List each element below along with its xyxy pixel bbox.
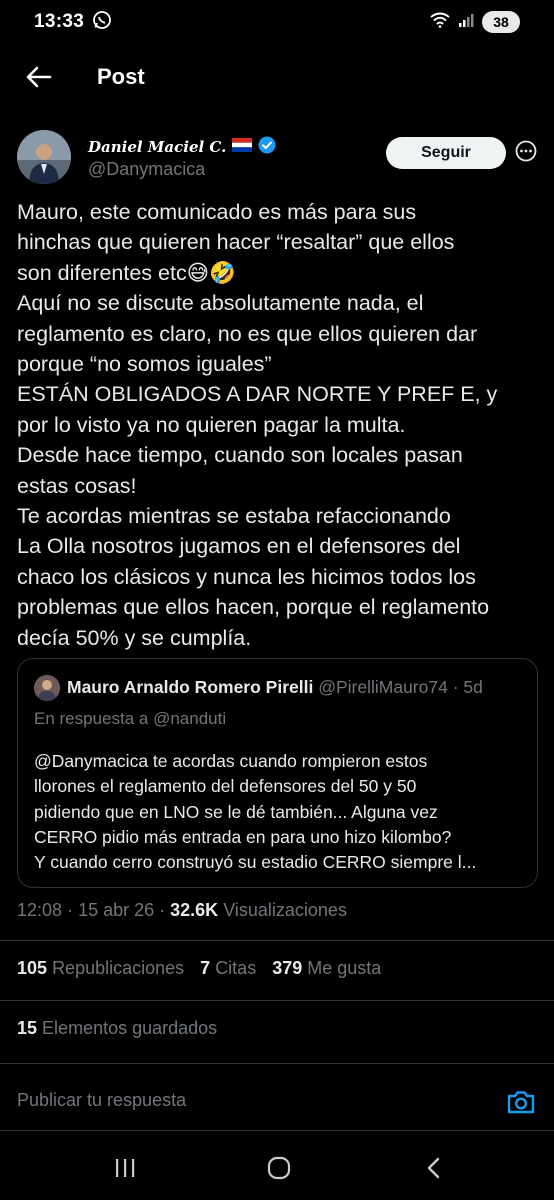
tweet-line: hinchas que quieren hacer “resaltar” que…: [17, 230, 455, 255]
avatar[interactable]: [17, 130, 71, 184]
tweet-line: problemas que ellos hacen, porque el reg…: [17, 595, 490, 620]
timestamp-separator: ·: [159, 900, 171, 920]
quote-author-handle: @PirelliMauro74: [318, 677, 448, 697]
home-button[interactable]: [263, 1154, 295, 1186]
divider: [0, 1130, 554, 1131]
arrow-left-icon: [26, 66, 52, 93]
home-icon: [266, 1155, 292, 1186]
tweet-line: Desde hace tiempo, cuando son locales pa…: [17, 443, 463, 468]
quote-separator: ·: [452, 677, 464, 697]
camera-icon: [506, 1091, 536, 1121]
whatsapp-icon: [92, 10, 112, 35]
tweet-line: ESTÁN OBLIGADOS A DAR NORTE Y PREF E, y: [17, 382, 498, 407]
wifi-icon: [430, 12, 450, 33]
quote-line: @Danymacica te acordas cuando rompieron …: [34, 751, 428, 771]
bookmarks-label: Elementos guardados: [42, 1018, 218, 1038]
author-handle[interactable]: @Danymacica: [88, 159, 205, 180]
tweet-line: reglamento es claro, no es que ellos qui…: [17, 321, 478, 346]
camera-button[interactable]: [506, 1087, 536, 1117]
quote-line: pidiendo que en LNO se le dé también... …: [34, 801, 438, 822]
author-name-text: Daniel Maciel C.: [88, 138, 227, 156]
status-right: 38: [430, 11, 520, 33]
tweet-line: son diferentes etc😅🤣: [17, 260, 236, 285]
divider: [0, 1063, 554, 1064]
quotes-stat[interactable]: 7 Citas: [200, 958, 256, 979]
post-time: 12:08: [17, 900, 63, 920]
engagement-stats: 105 Republicaciones 7 Citas 379 Me gusta: [17, 958, 381, 979]
author-name[interactable]: Daniel Maciel C.: [88, 136, 276, 158]
more-options-button[interactable]: [515, 140, 537, 167]
recent-apps-icon: [113, 1157, 137, 1184]
reply-input[interactable]: Publicar tu respuesta: [17, 1090, 186, 1111]
recent-apps-button[interactable]: [109, 1154, 141, 1186]
bookmarks-stat[interactable]: 15 Elementos guardados: [17, 1018, 217, 1039]
post-date: 15 abr 26: [78, 900, 155, 920]
likes-count: 379: [272, 958, 303, 978]
system-nav-bar: [0, 1138, 554, 1200]
quoted-tweet[interactable]: Mauro Arnaldo Romero Pirelli @PirelliMau…: [17, 658, 538, 888]
battery-icon: 38: [482, 11, 520, 33]
header: Post: [0, 52, 554, 106]
tweet-line: Aquí no se discute absolutamente nada, e…: [17, 291, 424, 316]
quote-line: Y cuando cerro construyó su estadio CERR…: [34, 852, 477, 873]
quote-avatar: [34, 675, 60, 701]
tweet-text: Mauro, este comunicado es más para sus h…: [17, 197, 537, 653]
tweet-line: por lo visto ya no quieren pagar la mult…: [17, 412, 406, 437]
timestamp-separator: ·: [67, 900, 79, 920]
quote-line: llorones el reglamento del defensores de…: [34, 776, 417, 797]
views-count: 32.6K: [170, 900, 219, 920]
likes-stat[interactable]: 379 Me gusta: [272, 958, 381, 979]
chevron-left-icon: [424, 1156, 444, 1185]
page-title: Post: [97, 64, 145, 89]
tweet-line: Te acordas mientras se estaba refacciona…: [17, 504, 451, 529]
status-bar: 13:33 38: [0, 0, 554, 44]
follow-button[interactable]: Seguir: [386, 137, 506, 169]
reposts-count: 105: [17, 958, 48, 978]
quote-time: 5d: [463, 677, 483, 697]
quotes-label: Citas: [215, 958, 257, 978]
tweet-line: decía 50% y se cumplía.: [17, 625, 252, 650]
quote-header: Mauro Arnaldo Romero Pirelli @PirelliMau…: [67, 677, 483, 698]
author-row: Daniel Maciel C. @Danymacica Seguir: [17, 130, 537, 190]
paraguay-flag-icon: [232, 138, 253, 156]
tweet-line: Mauro, este comunicado es más para sus: [17, 200, 417, 224]
quotes-count: 7: [200, 958, 211, 978]
post-timestamp: 12:08 · 15 abr 26 · 32.6K Visualizacione…: [17, 900, 347, 921]
quote-line: CERRO pidio más entrada en para uno hizo…: [34, 826, 452, 847]
views-label[interactable]: Visualizaciones: [223, 900, 347, 920]
status-time: 13:33: [34, 11, 85, 32]
quote-reply-to: En respuesta a @nanduti: [34, 709, 227, 728]
divider: [0, 1000, 554, 1001]
more-options-icon: [515, 140, 537, 167]
verified-badge-icon: [258, 136, 276, 158]
tweet-line: chaco los clásicos y nunca les hicimos t…: [17, 564, 476, 589]
signal-icon: [458, 12, 474, 33]
quote-author-name: Mauro Arnaldo Romero Pirelli: [67, 677, 314, 697]
likes-label: Me gusta: [307, 958, 382, 978]
status-left: 13:33: [34, 10, 112, 35]
back-nav-button[interactable]: [418, 1154, 450, 1186]
reposts-label: Republicaciones: [52, 958, 185, 978]
quote-text: @Danymacica te acordas cuando rompieron …: [34, 749, 529, 875]
bookmarks-count: 15: [17, 1018, 38, 1038]
tweet-line: estas cosas!: [17, 473, 137, 498]
back-button[interactable]: [22, 62, 56, 96]
tweet-line: La Olla nosotros jugamos en el defensore…: [17, 534, 461, 559]
divider: [0, 940, 554, 941]
reposts-stat[interactable]: 105 Republicaciones: [17, 958, 184, 979]
tweet-line: porque “no somos iguales”: [17, 352, 272, 377]
